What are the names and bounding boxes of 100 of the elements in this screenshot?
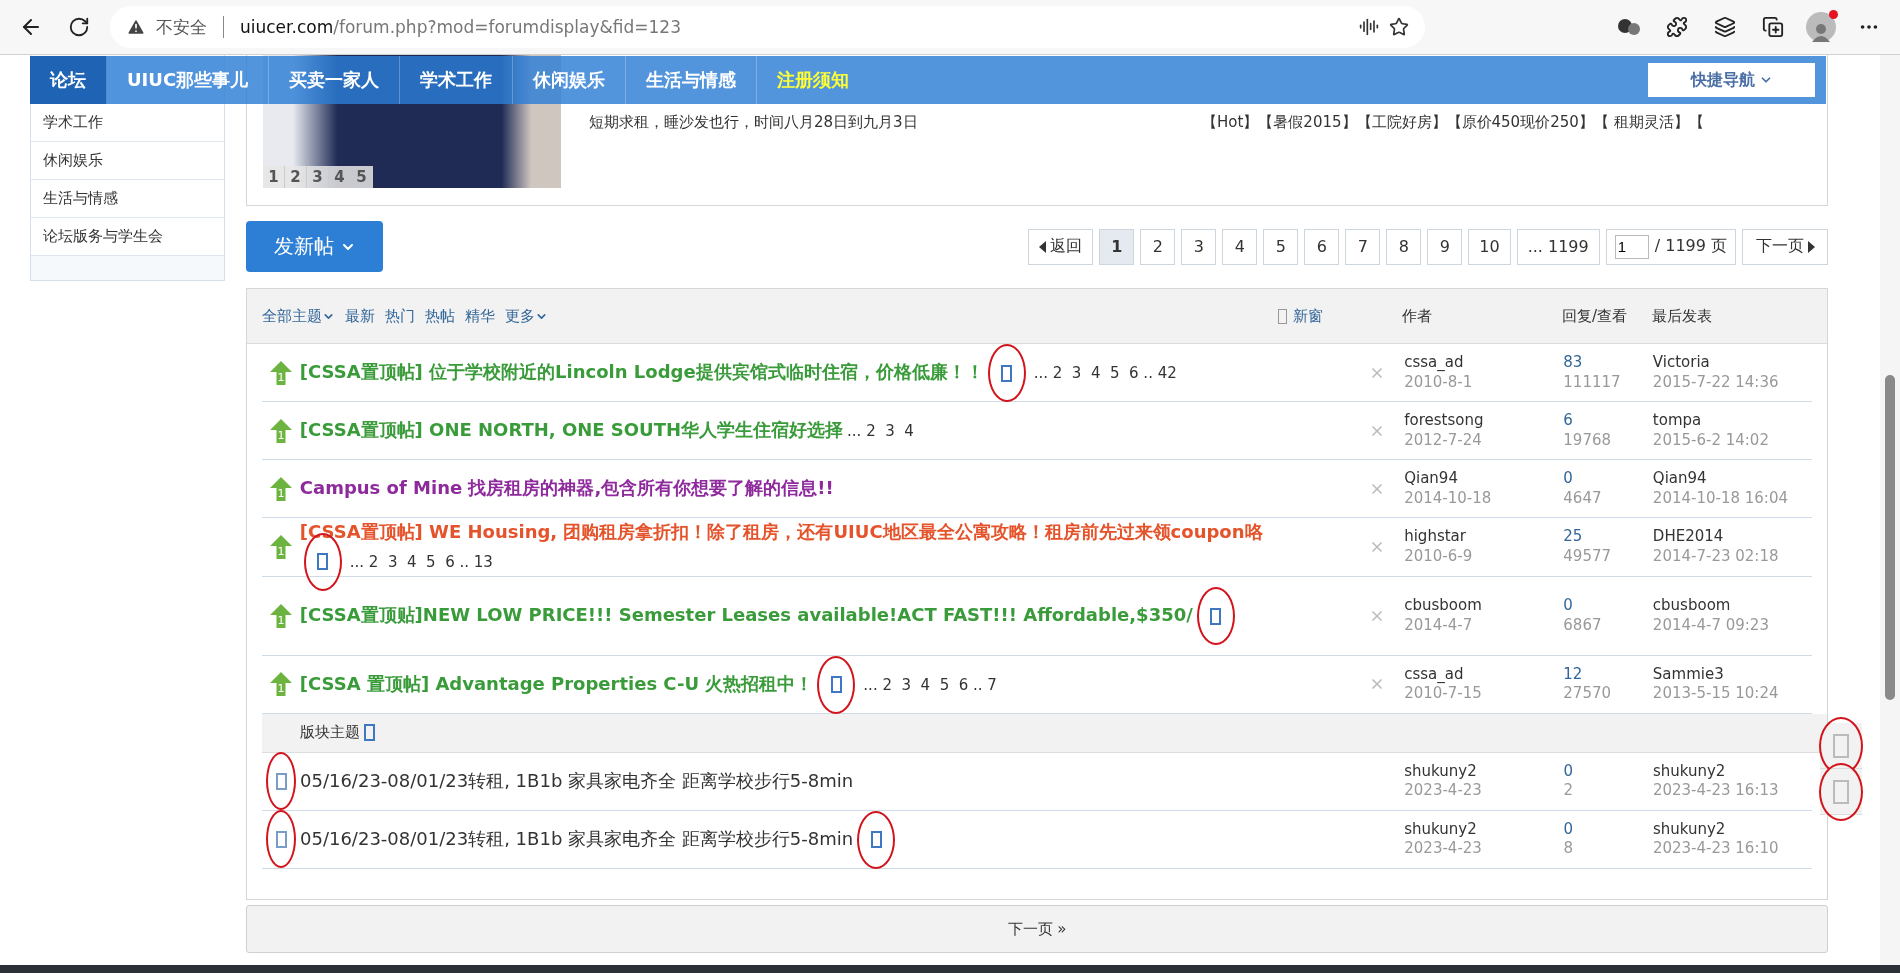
new-window-toggle[interactable]: 新窗 (1278, 306, 1402, 326)
page-button[interactable]: 8 (1386, 228, 1422, 265)
nav-link[interactable]: 休闲娱乐 (513, 56, 627, 104)
person-icon (1811, 22, 1831, 42)
nav-link[interactable]: 论坛 (30, 56, 107, 104)
reload-icon[interactable] (68, 16, 90, 38)
thread-title-link[interactable]: [CSSA置顶贴]NEW LOW PRICE!!! Semester Leases available!ACT FAST!!! Affordable,$350/ (299, 604, 1193, 626)
thread-title-link[interactable]: [CSSA置顶帖] WE Housing, 团购租房拿折扣！除了租房，还有UIUC地区最全公寓攻略！租房前先过来领coupon咯 (299, 521, 1263, 542)
filter-link[interactable]: 热门 (385, 306, 415, 326)
missing-glyph-icon (364, 724, 375, 742)
page-button[interactable]: 4 (1222, 228, 1258, 265)
last-post-time: 2014-4-7 09:23 (1652, 615, 1770, 636)
page-links[interactable]: ... 2 3 4 (847, 422, 914, 441)
thread-title-link[interactable]: Campus of Mine 找房租房的神器,包含所有你想要了解的信息!! (299, 477, 834, 499)
missing-glyph-icon (830, 676, 842, 694)
filter-link[interactable]: 更多 (505, 306, 548, 326)
column-header: 最后发表 (1652, 306, 1713, 326)
sidebar-item[interactable]: 休闲娱乐 (31, 142, 224, 180)
thread-title-link[interactable]: [CSSA置顶帖] ONE NORTH, ONE SOUTH华人学生住宿好选择 (299, 419, 844, 441)
reply-count: 0 (1563, 761, 1574, 782)
filter-link[interactable]: 热帖 (425, 306, 455, 326)
filter-link[interactable]: 精华 (465, 306, 495, 326)
slide-number[interactable]: 1 (263, 166, 285, 188)
warning-icon (126, 17, 146, 37)
thread-title-link[interactable]: 05/16/23-08/01/23转租, 1B1b 家具家电齐全 距离学校步行5-8min (300, 769, 854, 791)
slide-number[interactable]: 5 (351, 166, 373, 188)
page-links[interactable]: ... 2 3 4 5 6 .. 7 (863, 675, 997, 694)
post-date: 2010-8-1 (1404, 372, 1474, 392)
back-button[interactable]: 返回 (1028, 228, 1094, 265)
sidebar-item[interactable]: 论坛版务与学生会 (31, 218, 224, 256)
pin-arrow-icon: 1 (269, 672, 292, 697)
sidebar-item[interactable]: 学术工作 (31, 104, 224, 142)
post-link[interactable]: 短期求租，睡沙发也行，时间八月28日到九月3日 (589, 112, 1202, 132)
nav-link[interactable]: 学术工作 (400, 56, 514, 104)
page-links[interactable]: ... 2 3 4 5 6 .. 42 (1033, 364, 1177, 383)
next-page-bar[interactable]: 下一页 » (246, 905, 1828, 953)
page-button[interactable]: 5 (1263, 228, 1299, 265)
avatar[interactable] (1806, 12, 1836, 42)
view-count: 49577 (1563, 546, 1613, 567)
post-date: 2014-4-7 (1404, 615, 1474, 636)
reply-count: 6 (1563, 411, 1574, 431)
spheres-icon[interactable] (1617, 17, 1641, 37)
reply-count: 83 (1563, 353, 1584, 373)
side-button[interactable] (1820, 723, 1862, 769)
view-count: 8 (1563, 839, 1574, 859)
reply-count: 25 (1563, 527, 1584, 547)
last-poster: shukuny2 (1652, 819, 1727, 840)
author-name: shukuny2 (1404, 819, 1478, 840)
read-aloud-icon[interactable] (1359, 17, 1379, 37)
thread-title-link[interactable]: [CSSA置顶帖] 位于学校附近的Lincoln Lodge提供宾馆式临时住宿，价格低廉！！ (299, 361, 984, 383)
url-text: uiucer.com/forum.php?mod=forumdisplay&fid=123 (240, 17, 681, 37)
slide-number[interactable]: 3 (307, 166, 329, 188)
post-date: 2012-7-24 (1404, 430, 1483, 450)
post-date: 2010-6-9 (1404, 546, 1474, 567)
last-post-time: 2023-4-23 16:13 (1652, 781, 1780, 801)
page-button[interactable]: 3 (1181, 228, 1217, 265)
address-bar[interactable]: 不安全 uiucer.com/forum.php?mod=forumdisplay&fid=123 (110, 6, 1425, 48)
triangle-left-icon (1039, 240, 1047, 253)
favorite-add-icon[interactable] (1389, 17, 1409, 37)
page-button[interactable]: 2 (1140, 228, 1176, 265)
quick-nav-button[interactable]: 快捷导航 (1648, 63, 1815, 97)
thread-title-link[interactable]: 05/16/23-08/01/23转租, 1B1b 家具家电齐全 距离学校步行5-8min (300, 827, 854, 849)
post-date: 2014-10-18 (1404, 488, 1493, 508)
post-date: 2023-4-23 (1404, 839, 1483, 859)
sidebar-item[interactable]: 生活与情感 (31, 180, 224, 218)
filter-link[interactable]: 最新 (345, 306, 375, 326)
page-links[interactable]: ... 2 3 4 5 6 .. 13 (349, 552, 493, 571)
nav-link[interactable]: 买卖一家人 (269, 56, 401, 104)
thread-title-link[interactable]: [CSSA 置顶帖] Advantage Properties C-U 火热招租中！ (299, 672, 814, 694)
last-poster: shukuny2 (1652, 761, 1727, 782)
extensions-icon[interactable] (1666, 16, 1688, 38)
triangle-right-icon (1807, 240, 1815, 253)
author-name: Qian94 (1404, 469, 1459, 489)
author-name: highstar (1404, 527, 1467, 547)
author-name: cssa_ad (1404, 353, 1465, 373)
missing-glyph-icon (1001, 364, 1013, 382)
page-input[interactable]: 1 (1614, 234, 1649, 259)
last-poster: DHE2014 (1652, 527, 1725, 547)
filter-link[interactable]: 全部主题 (262, 306, 335, 326)
page-button[interactable]: 10 (1468, 228, 1511, 265)
author-name: shukuny2 (1404, 761, 1478, 782)
page-button[interactable]: 9 (1427, 228, 1463, 265)
missing-glyph-icon (870, 831, 882, 849)
slide-number[interactable]: 2 (285, 166, 307, 188)
scrollbar[interactable] (1880, 55, 1900, 965)
page-button[interactable]: 6 (1304, 228, 1340, 265)
page-button[interactable]: ... 1199 (1516, 228, 1600, 265)
missing-glyph-icon (275, 830, 287, 848)
page-button[interactable]: 1 (1099, 228, 1135, 265)
page-button[interactable]: 7 (1345, 228, 1381, 265)
new-post-button[interactable]: 发新帖 (246, 221, 383, 272)
reply-count: 0 (1563, 469, 1574, 489)
next-page-button[interactable]: 下一页 (1742, 228, 1828, 265)
missing-glyph-icon (317, 553, 329, 571)
pin-arrow-icon: 1 (269, 360, 292, 385)
slide-number[interactable]: 4 (329, 166, 351, 188)
reply-count: 12 (1563, 664, 1584, 685)
side-button[interactable] (1820, 769, 1862, 815)
tag-list: 【Hot】【暑假2015】【工院好房】【原价450现价250】【 租期灵活】【 (1202, 112, 1811, 132)
collections-icon[interactable] (1762, 16, 1784, 38)
